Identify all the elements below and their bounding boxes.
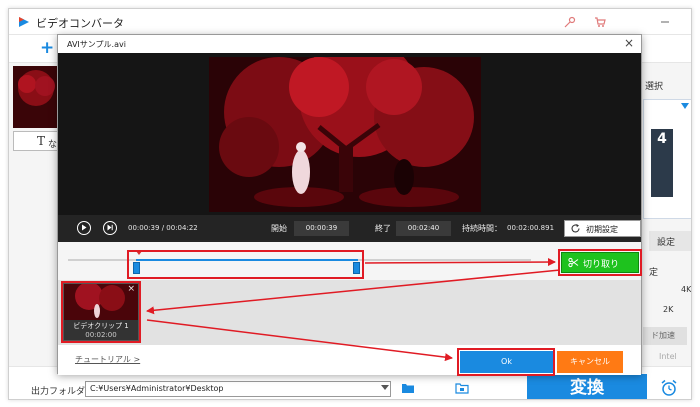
next-frame-button[interactable] bbox=[103, 221, 117, 235]
cancel-button[interactable]: キャンセル bbox=[557, 351, 623, 373]
video-frame bbox=[209, 57, 481, 212]
clip-highlight-box bbox=[61, 281, 141, 343]
thumbnail-image bbox=[13, 66, 59, 128]
start-time-label: 開始 bbox=[271, 224, 287, 233]
resolution-2k-option[interactable]: 2K bbox=[663, 305, 673, 314]
folder-icon[interactable] bbox=[401, 382, 415, 394]
app-title: ビデオコンバータ bbox=[36, 17, 124, 30]
end-time-label: 終了 bbox=[375, 224, 391, 233]
minimize-icon[interactable] bbox=[659, 16, 671, 28]
output-dropdown-icon[interactable] bbox=[381, 385, 389, 390]
app-titlebar: ビデオコンバータ bbox=[9, 9, 691, 35]
time-display: 00:00:39 / 00:04:22 bbox=[128, 224, 198, 232]
format-select-label: 選択 bbox=[645, 82, 664, 92]
output-folder-field[interactable]: C:¥Users¥Administrator¥Desktop bbox=[85, 381, 391, 397]
cart-icon[interactable] bbox=[594, 16, 606, 28]
end-time-input[interactable]: 00:02:40 bbox=[396, 221, 451, 236]
convert-button[interactable]: 変換 bbox=[527, 374, 647, 399]
video-frame-image bbox=[209, 57, 481, 212]
open-folder-icon[interactable] bbox=[455, 382, 469, 394]
duration-value: 00:02:00.891 bbox=[507, 224, 555, 232]
time-separator: / bbox=[161, 224, 165, 232]
tutorial-link[interactable]: チュートリアル > bbox=[75, 354, 140, 365]
duration-label: 持続時間： bbox=[462, 224, 502, 233]
subtitle-icon: T bbox=[37, 134, 46, 148]
reset-button[interactable]: 初期設定 bbox=[564, 220, 641, 237]
timeline-highlight-box bbox=[127, 250, 364, 279]
video-preview bbox=[58, 53, 641, 215]
file-thumbnail[interactable] bbox=[13, 66, 59, 128]
key-icon[interactable] bbox=[564, 16, 576, 28]
current-time: 00:00:39 bbox=[128, 224, 160, 232]
hardware-accel-button[interactable]: ド加速 bbox=[643, 327, 687, 345]
format-dropdown-icon[interactable] bbox=[681, 103, 689, 109]
dialog-footer: チュートリアル > Ok キャンセル bbox=[58, 345, 641, 376]
trim-dialog: AVIサンプル.avi × 00:00:39 / 00:04:22 開始 00:… bbox=[57, 34, 642, 376]
clip-list: × ビデオクリップ 1 00:02:00 bbox=[58, 280, 641, 345]
dialog-titlebar: AVIサンプル.avi × bbox=[58, 35, 641, 53]
play-icon bbox=[82, 224, 87, 231]
alarm-clock-icon[interactable] bbox=[660, 379, 678, 397]
format-settings-button[interactable]: 設定 bbox=[649, 231, 691, 251]
next-frame-icon bbox=[107, 224, 113, 231]
cut-highlight-box bbox=[558, 249, 642, 276]
play-button[interactable] bbox=[77, 221, 91, 235]
output-format-panel: 選択 4 設定 定 4K 2K ド加速 Intel bbox=[643, 65, 691, 365]
playback-controls: 00:00:39 / 00:04:22 開始 00:00:39 終了 00:02… bbox=[58, 215, 641, 242]
app-logo-icon bbox=[19, 17, 29, 27]
ok-highlight-box bbox=[457, 348, 555, 376]
reset-icon bbox=[571, 224, 580, 233]
close-icon[interactable]: × bbox=[624, 36, 634, 50]
trim-timeline: 切り取り bbox=[58, 242, 642, 280]
quality-setting-label: 定 bbox=[649, 268, 659, 278]
add-file-button[interactable]: + bbox=[40, 38, 54, 58]
dialog-title: AVIサンプル.avi bbox=[67, 40, 126, 49]
total-time: 00:04:22 bbox=[166, 224, 198, 232]
resolution-4k-option[interactable]: 4K bbox=[681, 285, 691, 294]
start-time-input[interactable]: 00:00:39 bbox=[294, 221, 349, 236]
format-icon: 4 bbox=[651, 129, 673, 197]
intel-checkbox-label[interactable]: Intel bbox=[659, 352, 677, 361]
reset-label: 初期設定 bbox=[586, 225, 618, 234]
